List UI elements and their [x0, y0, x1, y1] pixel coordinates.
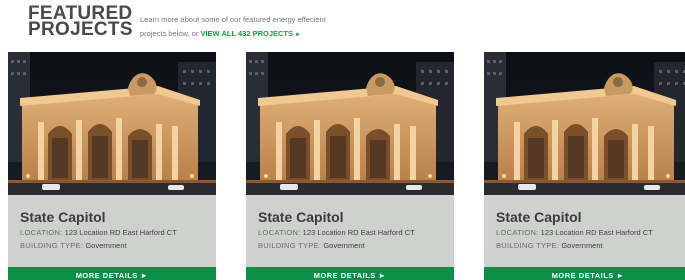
more-details-button[interactable]: MORE DETAILS ►	[8, 267, 216, 280]
project-card: State Capitol LOCATION: 123 Location RD …	[246, 52, 454, 280]
building-type-key: BUILDING TYPE:	[258, 241, 322, 250]
building-photo[interactable]	[246, 52, 454, 195]
project-card: State Capitol LOCATION: 123 Location RD …	[8, 52, 216, 280]
intro-line-2-wrap: projects below, or VIEW ALL 432 PROJECTS…	[140, 27, 400, 42]
building-type-row: BUILDING TYPE: Government	[496, 239, 685, 252]
section-title: FEATURED PROJECTS	[28, 4, 133, 40]
project-card: State Capitol LOCATION: 123 Location RD …	[484, 52, 685, 280]
project-info: State Capitol LOCATION: 123 Location RD …	[8, 195, 216, 267]
location-key: LOCATION:	[258, 228, 301, 237]
project-name: State Capitol	[496, 209, 582, 225]
project-info: State Capitol LOCATION: 123 Location RD …	[246, 195, 454, 267]
building-type-row: BUILDING TYPE: Government	[20, 239, 216, 252]
view-all-label: VIEW ALL 432 PROJECTS	[200, 29, 293, 38]
building-photo[interactable]	[8, 52, 216, 195]
building-type-key: BUILDING TYPE:	[496, 241, 560, 250]
project-name: State Capitol	[258, 209, 344, 225]
location-value: 123 Location RD East Harford CT	[540, 228, 653, 237]
project-name: State Capitol	[20, 209, 106, 225]
building-type-key: BUILDING TYPE:	[20, 241, 84, 250]
project-cards: State Capitol LOCATION: 123 Location RD …	[8, 52, 685, 280]
building-photo[interactable]	[484, 52, 685, 195]
location-value: 123 Location RD East Harford CT	[302, 228, 415, 237]
view-all-projects-link[interactable]: VIEW ALL 432 PROJECTS ►	[200, 29, 301, 38]
more-details-button[interactable]: MORE DETAILS ►	[484, 267, 685, 280]
building-type-value: Government	[323, 241, 365, 250]
title-line-2: PROJECTS	[28, 19, 133, 40]
building-type-value: Government	[561, 241, 603, 250]
intro-line-2: projects below, or	[140, 29, 199, 38]
building-type-value: Government	[85, 241, 127, 250]
location-row: LOCATION: 123 Location RD East Harford C…	[258, 226, 454, 239]
location-row: LOCATION: 123 Location RD East Harford C…	[496, 226, 685, 239]
intro-line-1: Learn more about some of our featured en…	[140, 15, 326, 24]
location-key: LOCATION:	[20, 228, 63, 237]
more-details-button[interactable]: MORE DETAILS ►	[246, 267, 454, 280]
project-info: State Capitol LOCATION: 123 Location RD …	[484, 195, 685, 267]
featured-header: FEATURED PROJECTS Learn more about some …	[28, 4, 668, 46]
location-value: 123 Location RD East Harford CT	[64, 228, 177, 237]
intro-text: Learn more about some of our featured en…	[140, 13, 400, 42]
location-row: LOCATION: 123 Location RD East Harford C…	[20, 226, 216, 239]
arrow-right-icon: ►	[295, 32, 302, 38]
building-type-row: BUILDING TYPE: Government	[258, 239, 454, 252]
location-key: LOCATION:	[496, 228, 539, 237]
